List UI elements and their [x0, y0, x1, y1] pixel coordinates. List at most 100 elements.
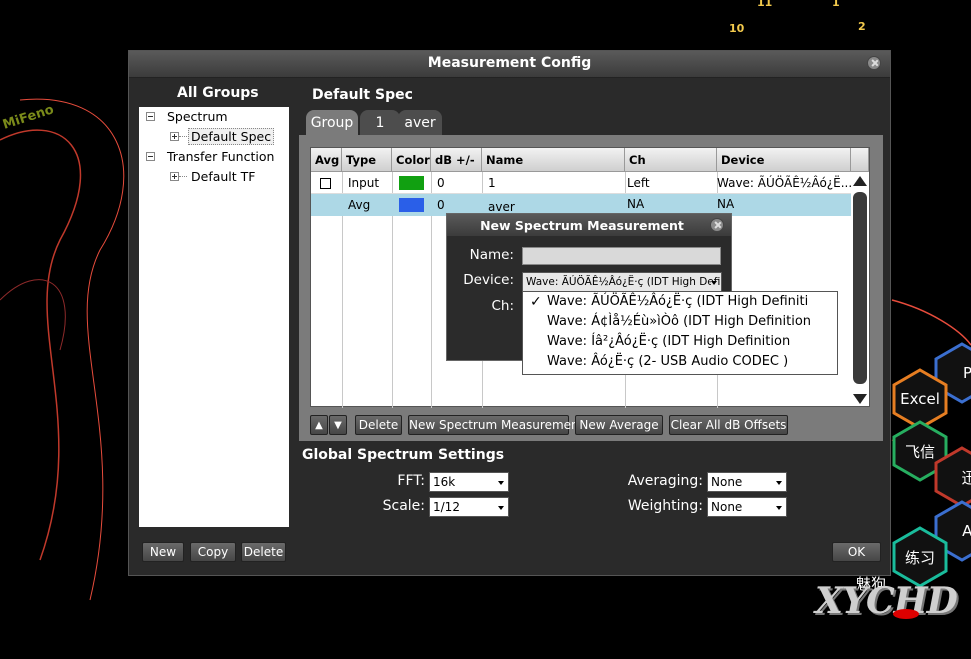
menu-item-device[interactable]: Wave: Íâ²¿Âó¿Ë·ç (IDT High Definition — [523, 332, 837, 352]
table-row[interactable]: Input 0 1 Left Wave: ÃÚÖÃÊ½Âó¿Ë... — [311, 172, 851, 194]
column-header — [851, 148, 869, 172]
device-select[interactable]: Wave: ÃÚÖÃÊ½Âó¿Ë·ç (IDT High Definiti — [522, 272, 722, 292]
clock-number: 1 — [832, 0, 840, 9]
scroll-up-icon[interactable] — [853, 176, 867, 186]
scrollbar-thumb[interactable] — [853, 192, 867, 384]
scale-value: 1/12 — [433, 500, 460, 514]
column-header[interactable]: Avg — [311, 148, 342, 172]
color-swatch[interactable] — [399, 176, 424, 190]
tile-label: 飞信 — [904, 442, 935, 461]
delete-measurement-button[interactable]: Delete — [355, 415, 402, 435]
cell-device: Wave: ÃÚÖÃÊ½Âó¿Ë... — [717, 176, 851, 190]
name-input[interactable] — [522, 247, 721, 265]
cell-type: Avg — [348, 198, 371, 212]
weighting-select[interactable]: None — [707, 497, 787, 517]
dialog-title: New Spectrum Measurement — [480, 218, 684, 233]
averaging-label: Averaging: — [627, 473, 703, 489]
column-header[interactable]: Ch — [625, 148, 717, 172]
tree-item-spectrum[interactable]: Spectrum — [167, 109, 228, 124]
tab-group[interactable]: Group — [306, 110, 358, 136]
tile-label: 练习 — [904, 548, 935, 567]
spec-heading: Default Spec — [312, 87, 413, 103]
close-icon[interactable] — [710, 218, 724, 232]
new-average-button[interactable]: New Average — [575, 415, 663, 435]
ok-button[interactable]: OK — [832, 542, 881, 562]
avg-checkbox[interactable] — [320, 178, 331, 189]
new-group-button[interactable]: New — [142, 542, 184, 562]
column-header[interactable]: dB +/- — [431, 148, 482, 172]
chevron-down-icon — [776, 506, 782, 510]
copy-group-button[interactable]: Copy — [190, 542, 236, 562]
scroll-down-icon[interactable] — [853, 394, 867, 404]
clear-db-offsets-button[interactable]: Clear All dB Offsets — [669, 415, 788, 435]
tree-item-default-spec[interactable]: Default Spec — [188, 128, 275, 145]
cell-type: Input — [348, 176, 380, 190]
vertical-scrollbar[interactable] — [851, 172, 869, 406]
all-groups-heading: All Groups — [177, 85, 259, 101]
menu-item-label: Wave: ÃÚÖÃÊ½Âó¿Ë·ç (IDT High Definiti — [547, 294, 809, 309]
dialog-titlebar: New Spectrum Measurement — [447, 214, 731, 236]
global-settings-heading: Global Spectrum Settings — [302, 447, 505, 463]
move-down-button[interactable]: ▼ — [329, 415, 347, 435]
menu-item-device[interactable]: ✓ Wave: ÃÚÖÃÊ½Âó¿Ë·ç (IDT High Definiti — [523, 292, 837, 312]
chevron-down-icon — [711, 281, 717, 285]
window-titlebar: Measurement Config — [129, 51, 890, 78]
averaging-select[interactable]: None — [707, 472, 787, 492]
device-dropdown-menu: ✓ Wave: ÃÚÖÃÊ½Âó¿Ë·ç (IDT High Definiti … — [522, 291, 838, 375]
desktop-tile-lianxi[interactable]: 练习 — [891, 526, 949, 588]
scale-select[interactable]: 1/12 — [429, 497, 509, 517]
device-label: Device: — [463, 272, 514, 288]
tab-1[interactable]: 1 — [360, 110, 400, 136]
clock-number: 11 — [757, 0, 773, 9]
scale-label: Scale: — [382, 498, 425, 514]
new-spectrum-measurement-button[interactable]: New Spectrum Measurement — [408, 415, 583, 435]
device-value: Wave: ÃÚÖÃÊ½Âó¿Ë·ç (IDT High Definiti — [526, 276, 722, 288]
cell-ch: NA — [627, 197, 645, 211]
tree-connector — [179, 176, 187, 177]
expand-icon[interactable] — [170, 172, 179, 181]
xychd-logo: XYCHD — [815, 580, 958, 622]
cell-db: 0 — [437, 198, 445, 212]
move-up-button[interactable]: ▲ — [310, 415, 328, 435]
tile-label: PP — [962, 364, 971, 382]
desktop-tile-xun[interactable]: 迅 — [933, 446, 971, 508]
menu-item-device[interactable]: Wave: Á¢Ìå½Éù»ìÒô (IDT High Definition — [523, 312, 837, 332]
weighting-value: None — [711, 500, 743, 514]
tile-label: Excel — [900, 390, 940, 408]
column-header[interactable]: Device — [717, 148, 851, 172]
column-header[interactable]: Name — [482, 148, 625, 172]
chevron-down-icon — [776, 481, 782, 485]
clock-number: 2 — [858, 20, 866, 33]
groups-tree: Spectrum Default Spec Transfer Function … — [139, 107, 289, 527]
collapse-icon[interactable] — [146, 112, 155, 121]
cell-db: 0 — [437, 176, 445, 190]
tab-aver[interactable]: aver — [398, 110, 442, 136]
color-swatch[interactable] — [399, 198, 424, 212]
ch-label: Ch: — [491, 298, 514, 314]
chevron-down-icon — [498, 481, 504, 485]
cell-ch: Left — [627, 176, 650, 190]
chevron-down-icon — [498, 506, 504, 510]
tree-item-default-tf[interactable]: Default TF — [191, 169, 255, 184]
delete-group-button[interactable]: Delete — [241, 542, 286, 562]
name-label: Name: — [469, 247, 514, 263]
column-header[interactable]: Type — [342, 148, 392, 172]
tile-label: Au — [962, 522, 971, 540]
tree-connector — [179, 136, 187, 137]
menu-item-label: Wave: Íâ²¿Âó¿Ë·ç (IDT High Definition — [547, 334, 791, 349]
cell-name: 1 — [488, 176, 496, 190]
menu-item-label: Wave: Á¢Ìå½Éù»ìÒô (IDT High Definition — [547, 314, 812, 329]
menu-item-device[interactable]: Wave: Âó¿Ë·ç (2- USB Audio CODEC ) — [523, 352, 837, 372]
column-header[interactable]: Color — [392, 148, 431, 172]
fft-select[interactable]: 16k — [429, 472, 509, 492]
window-title: Measurement Config — [427, 55, 592, 71]
checkmark-icon: ✓ — [530, 294, 542, 310]
expand-icon[interactable] — [170, 132, 179, 141]
weighting-label: Weighting: — [627, 498, 703, 514]
fft-value: 16k — [433, 475, 456, 489]
menu-item-label: Wave: Âó¿Ë·ç (2- USB Audio CODEC ) — [547, 354, 789, 369]
close-icon[interactable] — [867, 56, 881, 70]
tree-item-transfer-function[interactable]: Transfer Function — [167, 149, 274, 164]
clock-number: 10 — [729, 22, 745, 35]
collapse-icon[interactable] — [146, 152, 155, 161]
